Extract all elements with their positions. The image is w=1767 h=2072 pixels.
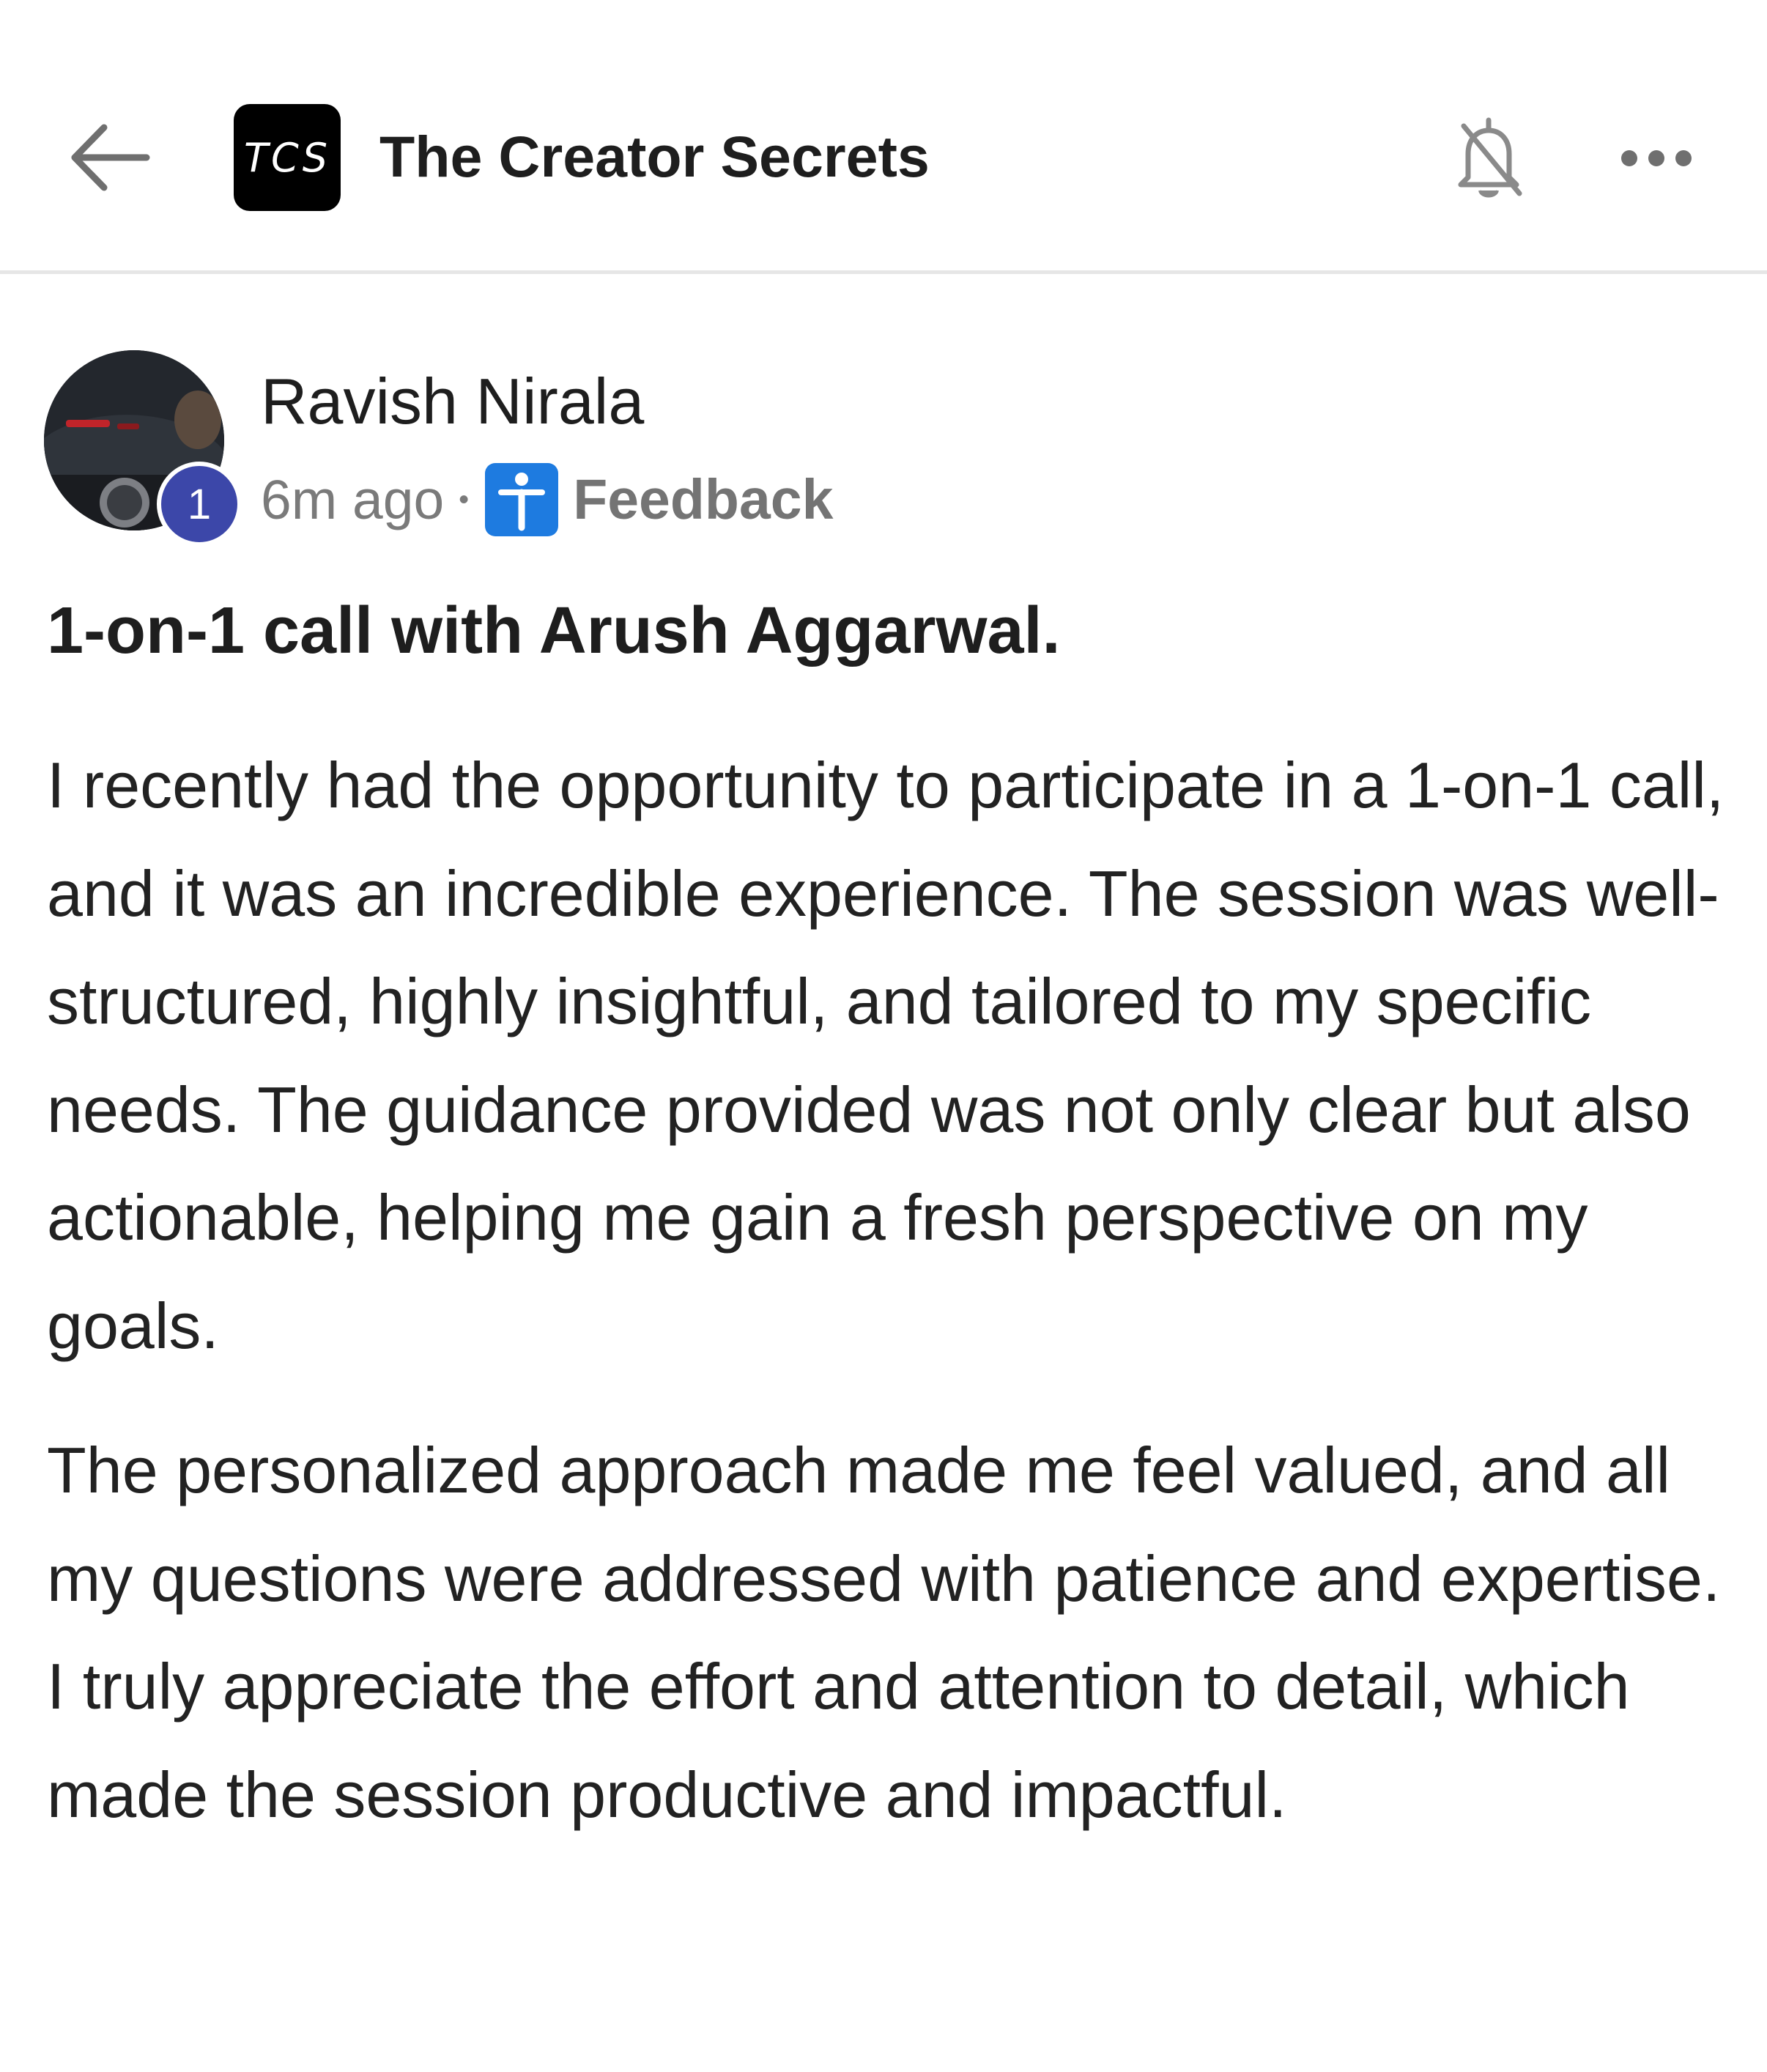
community-logo[interactable]: TCS <box>234 104 341 211</box>
accessibility-icon <box>485 463 559 536</box>
back-button[interactable] <box>66 117 154 198</box>
post-paragraph: The personalized approach made me feel v… <box>47 1434 1721 1831</box>
community-title[interactable]: The Creator Secrets <box>379 122 930 192</box>
post-title: 1-on-1 call with Arush Aggarwal. <box>47 594 1061 667</box>
bell-off-icon <box>1458 117 1522 198</box>
arrow-left-icon <box>71 124 150 191</box>
author-name[interactable]: Ravish Nirala <box>261 365 644 438</box>
more-horizontal-icon <box>1621 150 1692 166</box>
post-timestamp: 6m ago <box>261 469 445 530</box>
logo-text: TCS <box>244 134 330 181</box>
post-meta: 6m ago • Feedback <box>261 463 833 536</box>
meta-separator: • <box>459 483 470 516</box>
notifications-button[interactable] <box>1437 107 1540 210</box>
more-options-button[interactable] <box>1616 136 1697 180</box>
top-app-bar: TCS The Creator Secrets <box>0 0 1767 274</box>
post-body: I recently had the opportunity to partic… <box>47 731 1725 1885</box>
post-paragraph: I recently had the opportunity to partic… <box>47 749 1725 1362</box>
post-category-tag[interactable]: Feedback <box>573 467 833 533</box>
member-level-badge: 1 <box>157 462 242 547</box>
